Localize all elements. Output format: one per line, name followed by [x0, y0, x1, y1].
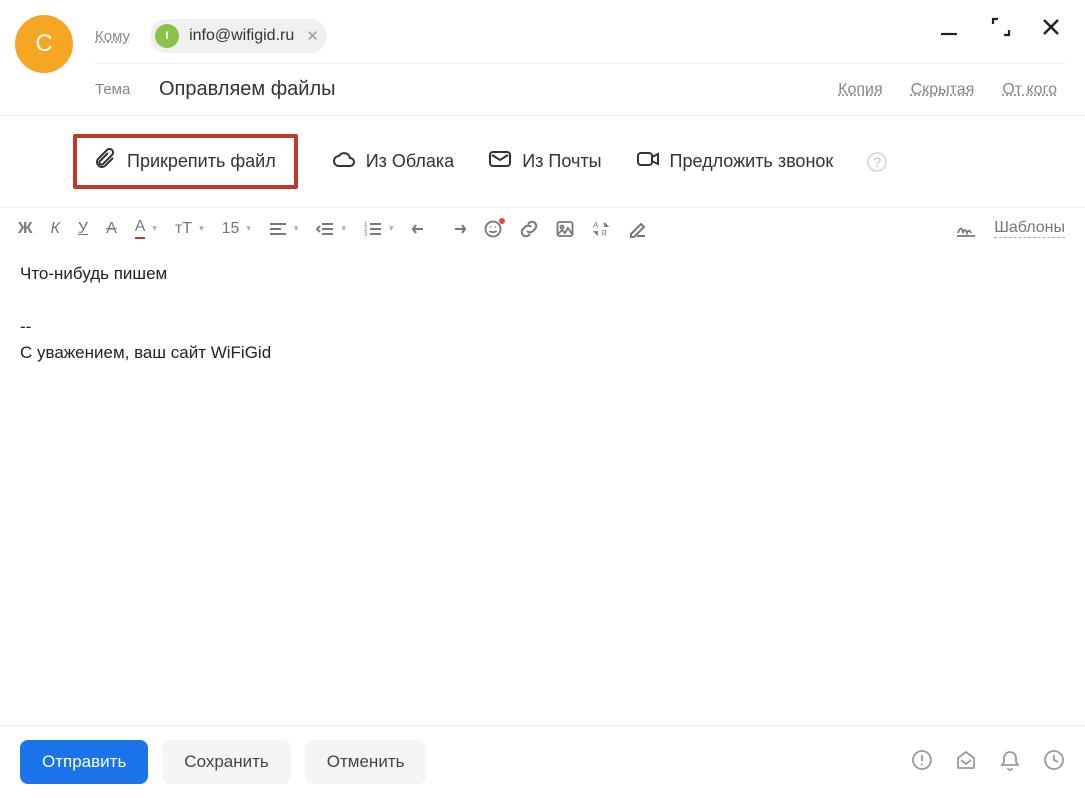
signature-text: С уважением, ваш сайт WiFiGid — [20, 340, 1065, 366]
read-receipt-icon[interactable] — [955, 749, 977, 776]
attach-file-button[interactable]: Прикрепить файл — [73, 134, 298, 189]
strike-button[interactable]: А — [106, 220, 117, 238]
list-button[interactable]: 123 — [364, 221, 394, 237]
help-icon[interactable]: ? — [867, 152, 887, 172]
emoji-button[interactable] — [484, 220, 502, 238]
close-icon[interactable] — [1041, 17, 1061, 37]
attach-mail-label: Из Почты — [522, 151, 601, 172]
italic-button[interactable]: К — [50, 220, 59, 238]
message-body[interactable]: Что-нибудь пишем -- С уважением, ваш сай… — [0, 249, 1085, 694]
redo-button[interactable] — [448, 221, 466, 237]
attach-file-label: Прикрепить файл — [127, 151, 276, 172]
font-size-value[interactable]: 15 — [222, 220, 251, 238]
translate-button[interactable]: AЯ — [592, 220, 610, 238]
templates-button[interactable]: Шаблоны — [994, 219, 1065, 238]
cancel-button[interactable]: Отменить — [305, 740, 427, 784]
send-button[interactable]: Отправить — [20, 740, 148, 784]
attach-cloud-label: Из Облака — [366, 151, 455, 172]
to-label[interactable]: Кому — [95, 28, 130, 45]
attach-cloud-button[interactable]: Из Облака — [332, 148, 455, 175]
schedule-icon[interactable] — [1043, 749, 1065, 776]
recipient-avatar: I — [155, 24, 179, 48]
priority-icon[interactable] — [911, 749, 933, 776]
sender-avatar: С — [15, 15, 73, 73]
subject-label: Тема — [95, 81, 135, 98]
cloud-icon — [332, 148, 356, 175]
underline-button[interactable]: У — [78, 220, 88, 238]
align-button[interactable] — [269, 221, 299, 237]
paperclip-icon — [95, 148, 117, 175]
body-line: Что-нибудь пишем — [20, 261, 1065, 287]
save-button[interactable]: Сохранить — [162, 740, 290, 784]
remove-recipient-icon[interactable]: ✕ — [306, 27, 319, 45]
svg-text:Я: Я — [601, 229, 607, 238]
text-color-button[interactable]: А — [135, 218, 157, 239]
mail-icon — [488, 148, 512, 175]
image-button[interactable] — [556, 220, 574, 238]
indent-button[interactable] — [316, 221, 346, 237]
from-link[interactable]: От кого — [1002, 81, 1057, 99]
svg-text:3: 3 — [364, 232, 368, 237]
signature-icon[interactable] — [956, 221, 976, 237]
cc-link[interactable]: Копия — [838, 81, 882, 99]
video-call-icon — [636, 148, 660, 175]
recipient-chip[interactable]: I info@wifigid.ru ✕ — [150, 19, 327, 53]
minimize-icon[interactable] — [939, 16, 961, 38]
subject-input[interactable] — [157, 77, 838, 102]
fullscreen-icon[interactable] — [991, 17, 1011, 37]
bold-button[interactable]: Ж — [18, 220, 32, 238]
formatting-toolbar: Ж К У А А тТ 15 123 AЯ Шаблоны — [0, 208, 1085, 249]
propose-call-label: Предложить звонок — [670, 151, 834, 172]
clear-format-button[interactable] — [628, 220, 646, 238]
bcc-link[interactable]: Скрытая — [911, 81, 975, 99]
recipient-email: info@wifigid.ru — [189, 27, 294, 45]
reminder-icon[interactable] — [999, 749, 1021, 776]
svg-text:A: A — [593, 221, 599, 230]
propose-call-button[interactable]: Предложить звонок — [636, 148, 834, 175]
text-size-button[interactable]: тТ — [175, 220, 204, 238]
undo-button[interactable] — [412, 221, 430, 237]
signature-separator: -- — [20, 314, 1065, 340]
attach-mail-button[interactable]: Из Почты — [488, 148, 601, 175]
link-button[interactable] — [520, 220, 538, 238]
